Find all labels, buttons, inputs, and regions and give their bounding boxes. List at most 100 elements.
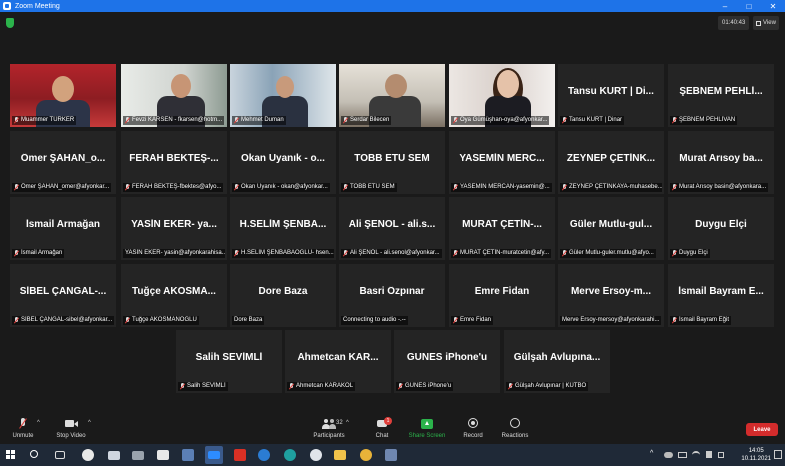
battery-icon[interactable] — [678, 452, 687, 458]
participant-name-label: İsmail Armağan — [21, 250, 63, 256]
participant-display-name: Basri Özpınar — [359, 286, 425, 297]
zoom-window: Zoom Meeting – □ ✕ 01:40:43 View Muammer… — [0, 0, 785, 466]
window-title: Zoom Meeting — [15, 2, 60, 10]
app-round-icon[interactable] — [310, 449, 322, 461]
app-blue-icon[interactable] — [385, 449, 397, 461]
participant-tile[interactable]: Fevzi KARSEN - fkarsen@hotm... — [121, 64, 227, 127]
share-screen-button[interactable]: Share Screen — [406, 418, 448, 439]
participant-name-tag: TOBB ETU SEM — [341, 183, 397, 192]
participant-tile[interactable]: Ali ŞENOL - ali.s... Ali ŞENOL - ali.seno… — [339, 197, 445, 260]
audio-options-chevron-icon[interactable]: ^ — [37, 420, 40, 426]
maximize-icon[interactable]: □ — [737, 0, 761, 12]
camera-app-icon[interactable] — [132, 451, 144, 460]
muted-mic-icon — [453, 184, 458, 191]
wifi-icon[interactable] — [692, 451, 700, 459]
participant-tile[interactable]: TOBB ETU SEM TOBB ETU SEM — [339, 131, 445, 194]
participant-name-label: Ahmetcan KARAKOL — [296, 383, 354, 389]
participant-name-tag: Duygu Elçi — [670, 249, 710, 258]
share-screen-label: Share Screen — [408, 433, 446, 439]
participant-tile[interactable]: Muammer TÜRKER — [10, 64, 116, 127]
reactions-button[interactable]: Reactions — [498, 418, 532, 439]
speaker-icon[interactable] — [706, 451, 712, 458]
file-explorer-icon[interactable] — [334, 450, 346, 460]
participant-name-label: Merve Ersoy-mersoy@afyonkarahi... — [562, 317, 660, 323]
mail-icon[interactable] — [108, 451, 120, 460]
participant-tile[interactable]: Murat Arısoy ba... Murat Arısoy basin@afy… — [668, 131, 774, 194]
participant-tile[interactable]: Okan Uyanık - o... Okan Uyanık - okan@afy… — [230, 131, 336, 194]
participant-name-tag: İsmail Bayram Eğit — [670, 316, 732, 325]
participant-name-tag: Oya Gümüşhan-oya@afyonkar... — [451, 116, 550, 125]
participant-display-name: Ali ŞENOL - ali.s... — [348, 219, 436, 230]
participant-tile[interactable]: Tansu KURT | Di... Tansu KURT | Dinar — [558, 64, 664, 127]
cloud-icon[interactable] — [664, 452, 673, 458]
taskbar-date: 10.11.2021 — [741, 456, 771, 462]
minimize-icon[interactable]: – — [713, 0, 737, 12]
participant-tile[interactable]: ŞEBNEM PEHLİ... ŞEBNEM PEHLİVAN — [668, 64, 774, 127]
participant-name-tag: Tansu KURT | Dinar — [560, 116, 625, 125]
yandex-browser-icon[interactable] — [82, 449, 94, 461]
participants-chevron-icon[interactable]: ^ — [346, 420, 349, 426]
participant-tile[interactable]: Güler Mutlu-gul... Güler Mutlu-guler.mutl… — [558, 197, 664, 260]
participant-name-label: ŞEBNEM PEHLİVAN — [679, 117, 736, 123]
participant-name-label: İsmail Bayram Eğit — [679, 317, 730, 323]
close-icon[interactable]: ✕ — [761, 0, 785, 12]
participant-tile[interactable]: Mehmet Duman — [230, 64, 336, 127]
participant-tile[interactable]: Serdar Bilecen — [339, 64, 445, 127]
participant-tile[interactable]: YASEMİN MERC... YASEMİN MERCAN-yasemin@..… — [449, 131, 555, 194]
participant-tile[interactable]: İsmail Bayram E... İsmail Bayram Eğit — [668, 264, 774, 327]
zoom-logo-icon — [3, 2, 11, 10]
stop-video-button[interactable]: Stop Video — [52, 418, 90, 439]
participant-tile[interactable]: Emre Fidan Emre Fidan — [449, 264, 555, 327]
participant-tile[interactable]: ZEYNEP ÇETİNK... ZEYNEP ÇETİNKAYA-muhaseb… — [558, 131, 664, 194]
muted-mic-icon — [125, 317, 130, 324]
participant-tile[interactable]: YASİN EKER- ya... YASİN EKER- yasin@afyon… — [121, 197, 227, 260]
participant-tile[interactable]: Ömer ŞAHAN_o... Ömer ŞAHAN_omer@afyonkar.… — [10, 131, 116, 194]
participant-tile[interactable]: Merve Ersoy-m... Merve Ersoy-mersoy@afyon… — [558, 264, 664, 327]
taskbar-clock[interactable]: 14:05 10.11.2021 — [741, 447, 771, 463]
muted-mic-icon — [180, 383, 185, 390]
view-button[interactable]: View — [753, 16, 779, 30]
tray-chevron-icon[interactable]: ^ — [650, 450, 653, 457]
photos-icon[interactable] — [157, 450, 169, 460]
participant-name-label: ZEYNEP ÇETİNKAYA-muhasebe... — [569, 184, 662, 190]
unmute-button[interactable]: Unmute — [8, 418, 38, 439]
participant-tile[interactable]: Ahmetcan KAR... Ahmetcan KARAKOL — [285, 330, 391, 393]
participant-tile[interactable]: Gülşah Avlupına... Gülşah Avlupınar | KÜT… — [504, 330, 610, 393]
participant-name-label: Connecting to audio -.-- — [343, 317, 406, 323]
notifications-icon[interactable] — [774, 450, 782, 459]
chrome-icon[interactable] — [360, 449, 372, 461]
participant-tile[interactable]: H.SELİM ŞENBA... H.SELİM ŞENBABAOĞLU- hse… — [230, 197, 336, 260]
keyboard-icon[interactable] — [718, 452, 724, 458]
participant-tile[interactable]: GUNES iPhone'u GUNES iPhone'u — [394, 330, 500, 393]
shield-icon[interactable] — [6, 18, 14, 28]
zoom-taskbar-icon[interactable] — [205, 446, 223, 464]
participant-tile[interactable]: Duygu Elçi Duygu Elçi — [668, 197, 774, 260]
participant-display-name: Tansu KURT | Di... — [568, 86, 654, 97]
participant-tile[interactable]: Basri Özpınar Connecting to audio -.-- — [339, 264, 445, 327]
participant-tile[interactable]: Dore Baza Dore Baza — [230, 264, 336, 327]
chat-label: Chat — [375, 433, 389, 439]
edge-icon[interactable] — [284, 449, 296, 461]
task-view-icon[interactable] — [55, 451, 65, 459]
app-icon[interactable] — [182, 449, 194, 461]
windows-start-icon[interactable] — [4, 448, 18, 462]
participant-tile[interactable]: Salih SEVİMLİ Salih SEVİMLİ — [176, 330, 282, 393]
participant-name-tag: GUNES iPhone'u — [396, 382, 454, 391]
muted-mic-icon — [234, 117, 239, 124]
leave-button[interactable]: Leave — [746, 423, 778, 436]
search-icon[interactable] — [30, 450, 38, 458]
participant-tile[interactable]: İsmail Armağan İsmail Armağan — [10, 197, 116, 260]
participant-name-tag: SİBEL ÇANGAL-sibel@afyonkar... — [12, 316, 114, 325]
participant-tile[interactable]: Oya Gümüşhan-oya@afyonkar... — [449, 64, 555, 127]
participant-tile[interactable]: MURAT ÇETİN-... MURAT ÇETİN-muratcetin@af… — [449, 197, 555, 260]
video-options-chevron-icon[interactable]: ^ — [88, 420, 91, 426]
participant-name-label: Ali ŞENOL - ali.senol@afyonkar... — [350, 250, 440, 256]
participant-display-name: TOBB ETU SEM — [354, 153, 430, 164]
participant-name-tag: Mehmet Duman — [232, 116, 286, 125]
app-red-icon[interactable] — [234, 449, 246, 461]
record-button[interactable]: Record — [460, 418, 486, 439]
participant-tile[interactable]: Tuğçe AKOSMA... Tuğçe AKOSMANOĞLU — [121, 264, 227, 327]
participant-tile[interactable]: SİBEL ÇANGAL-... SİBEL ÇANGAL-sibel@afyon… — [10, 264, 116, 327]
internet-explorer-icon[interactable] — [258, 449, 270, 461]
participant-tile[interactable]: FERAH BEKTEŞ-... FERAH BEKTEŞ-fbektes@afy… — [121, 131, 227, 194]
